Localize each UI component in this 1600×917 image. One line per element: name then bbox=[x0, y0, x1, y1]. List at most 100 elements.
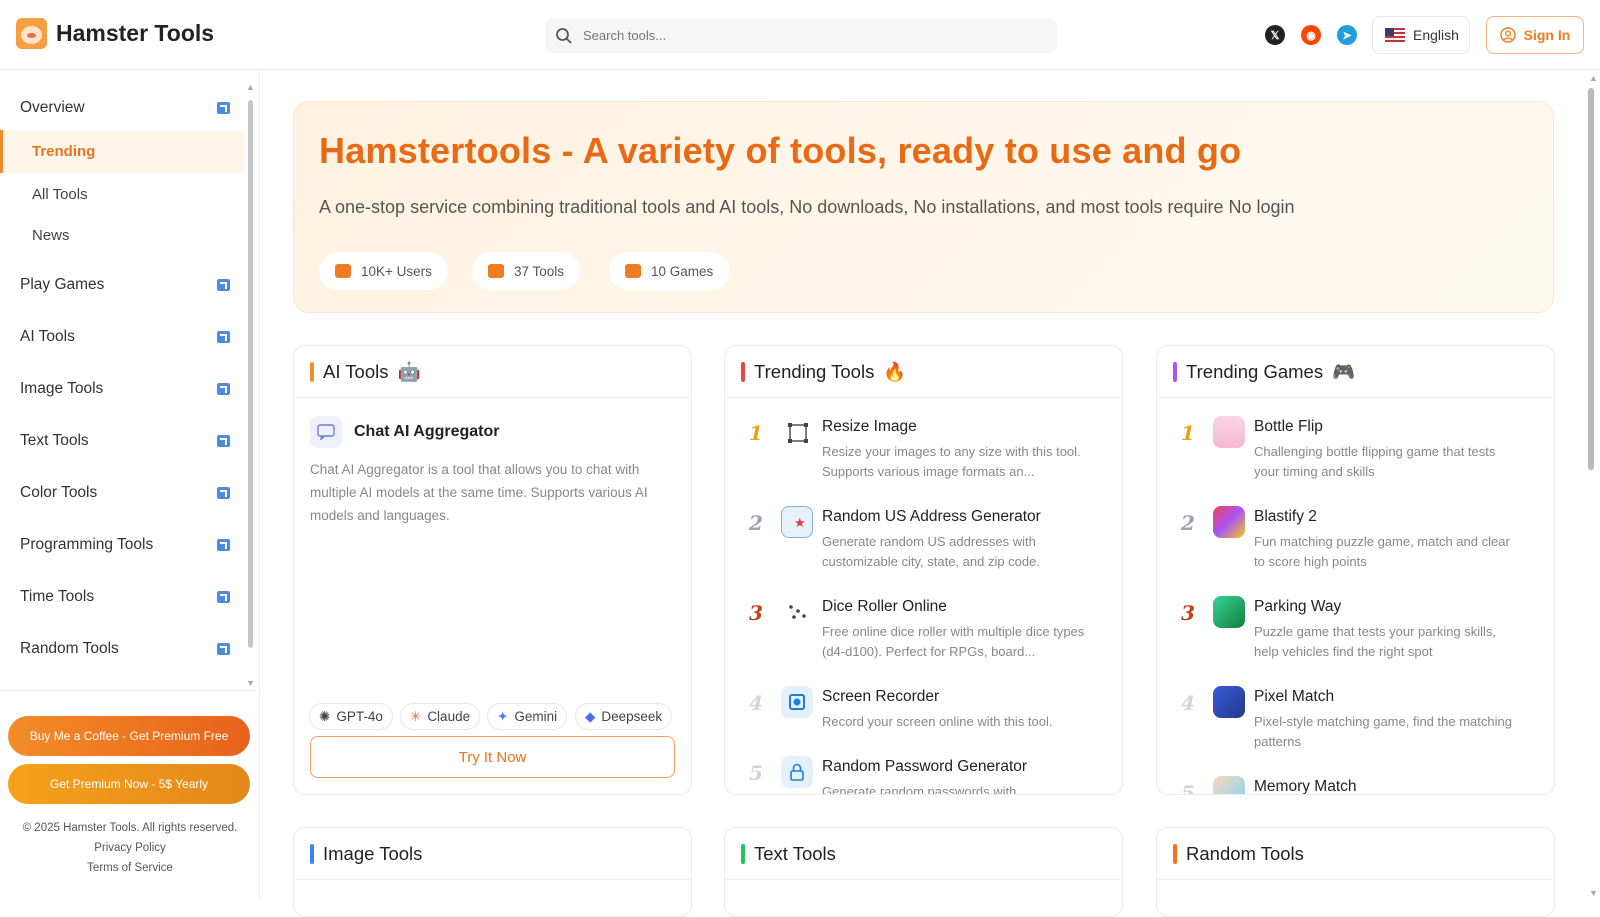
sidebar-item-play-games[interactable]: Play Games bbox=[20, 276, 230, 294]
sidebar-item-overview[interactable]: Overview bbox=[20, 99, 230, 117]
item-title: Parking Way bbox=[1254, 598, 1342, 615]
search-bar[interactable] bbox=[545, 18, 1057, 53]
item-title: Resize Image bbox=[822, 418, 917, 435]
us-flag-icon bbox=[1385, 28, 1405, 42]
item-description: Generate random passwords with bbox=[822, 784, 1017, 795]
sidebar-scrollbar[interactable] bbox=[247, 90, 253, 648]
search-icon bbox=[556, 27, 572, 44]
image-tools-card: Image Tools bbox=[293, 827, 692, 917]
tool-title[interactable]: Chat AI Aggregator bbox=[354, 423, 499, 441]
x-glyph: 𝕏 bbox=[1270, 29, 1280, 42]
accent-bar bbox=[310, 361, 314, 382]
item-title: Random US Address Generator bbox=[822, 508, 1041, 525]
dice-icon bbox=[781, 596, 813, 628]
sidebar-item-programming-tools[interactable]: Programming Tools bbox=[20, 536, 230, 554]
card-title: AI Tools bbox=[323, 360, 389, 382]
random-tools-card: Random Tools bbox=[1156, 827, 1555, 917]
scroll-up-arrow-icon[interactable]: ▲ bbox=[246, 82, 255, 92]
external-link-icon bbox=[217, 643, 230, 655]
scroll-down-arrow-icon[interactable]: ▼ bbox=[246, 678, 255, 688]
main-scrollbar[interactable] bbox=[1586, 76, 1596, 896]
claude-icon: ✳ bbox=[410, 708, 422, 724]
item-title: Blastify 2 bbox=[1254, 508, 1317, 525]
external-link-icon bbox=[217, 435, 230, 447]
card-title: Text Tools bbox=[754, 842, 836, 864]
external-link-icon bbox=[217, 279, 230, 291]
sidebar-divider bbox=[0, 690, 260, 691]
external-link-icon bbox=[217, 331, 230, 343]
rank-number: 1 bbox=[749, 421, 763, 445]
users-icon bbox=[335, 264, 351, 278]
memory-match-thumbnail bbox=[1213, 776, 1245, 794]
logo[interactable]: Hamster Tools bbox=[16, 18, 214, 49]
reddit-glyph: ◉ bbox=[1306, 29, 1316, 42]
tag-label: Deepseek bbox=[601, 709, 663, 724]
pixel-match-thumbnail bbox=[1213, 686, 1245, 718]
buy-coffee-button[interactable]: Buy Me a Coffee - Get Premium Free bbox=[8, 716, 250, 756]
tag-gpt-4o: ✺ GPT-4o bbox=[309, 703, 393, 730]
item-description: Challenging bottle flipping game that te… bbox=[1254, 444, 1496, 479]
sidebar-scroll-thumb[interactable] bbox=[248, 100, 253, 648]
logo-text: Hamster Tools bbox=[56, 20, 215, 46]
accent-bar bbox=[310, 843, 314, 864]
sidebar-item-ai-tools[interactable]: AI Tools bbox=[20, 328, 230, 346]
item-title: Dice Roller Online bbox=[822, 598, 947, 615]
stat-users: 10K+ Users bbox=[319, 252, 448, 290]
get-premium-button[interactable]: Get Premium Now - 5$ Yearly bbox=[8, 764, 250, 804]
tag-label: GPT-4o bbox=[336, 709, 383, 724]
sidebar-item-news[interactable]: News bbox=[32, 227, 70, 244]
sidebar-item-label: Programming Tools bbox=[20, 536, 154, 553]
rank-number: 1 bbox=[1181, 421, 1195, 445]
sidebar-item-random-tools[interactable]: Random Tools bbox=[20, 640, 230, 658]
tag-gemini: ✦ Gemini bbox=[487, 703, 568, 730]
sidebar-item-all-tools[interactable]: All Tools bbox=[32, 186, 88, 203]
card-title: Trending Tools bbox=[754, 360, 875, 382]
sidebar-item-image-tools[interactable]: Image Tools bbox=[20, 380, 230, 398]
privacy-policy-link[interactable]: Privacy Policy bbox=[0, 842, 260, 854]
item-title: Screen Recorder bbox=[822, 688, 940, 705]
sidebar-item-label: Image Tools bbox=[20, 380, 104, 397]
try-it-now-button[interactable]: Try It Now bbox=[310, 736, 675, 778]
terms-of-service-link[interactable]: Terms of Service bbox=[0, 862, 260, 874]
external-link-icon bbox=[217, 487, 230, 499]
rank-number: 5 bbox=[1181, 781, 1195, 795]
sidebar-item-label: Color Tools bbox=[20, 484, 98, 501]
sidebar-item-color-tools[interactable]: Color Tools bbox=[20, 484, 230, 502]
sidebar-item-label: Time Tools bbox=[20, 588, 95, 605]
card-title: Random Tools bbox=[1186, 842, 1304, 864]
blastify-thumbnail bbox=[1213, 506, 1245, 538]
main-scroll-thumb[interactable] bbox=[1588, 88, 1594, 470]
telegram-icon[interactable]: ➤ bbox=[1337, 25, 1357, 45]
tag-deepseek: ◆ Deepseek bbox=[575, 703, 673, 730]
resize-icon bbox=[781, 416, 813, 448]
external-link-icon bbox=[217, 383, 230, 395]
tag-label: Claude bbox=[427, 709, 471, 724]
reddit-icon[interactable]: ◉ bbox=[1301, 25, 1321, 45]
card-title: Trending Games bbox=[1186, 360, 1324, 382]
card-title: Image Tools bbox=[323, 842, 423, 864]
sidebar-item-time-tools[interactable]: Time Tools bbox=[20, 588, 230, 606]
accent-bar bbox=[1173, 843, 1177, 864]
search-input[interactable] bbox=[583, 28, 1023, 43]
card-header: Trending Tools 🔥 bbox=[725, 346, 1122, 398]
x-twitter-icon[interactable]: 𝕏 bbox=[1265, 25, 1285, 45]
calendar-icon bbox=[488, 264, 504, 278]
rank-number: 4 bbox=[749, 691, 763, 715]
trending-games-card: Trending Games 🎮 1 Bottle Flip Challengi… bbox=[1156, 345, 1555, 795]
gamepad-icon bbox=[625, 264, 641, 278]
rank-number: 5 bbox=[749, 761, 763, 785]
stat-games: 10 Games bbox=[609, 252, 730, 290]
rank-number: 4 bbox=[1181, 691, 1195, 715]
rank-number: 3 bbox=[1181, 601, 1195, 625]
sign-in-label: Sign In bbox=[1523, 27, 1571, 43]
sign-in-button[interactable]: Sign In bbox=[1486, 16, 1584, 54]
stat-tools: 37 Tools bbox=[472, 252, 581, 290]
language-selector[interactable]: English bbox=[1372, 16, 1470, 54]
sidebar-item-text-tools[interactable]: Text Tools bbox=[20, 432, 230, 450]
scroll-down-arrow-icon[interactable]: ▼ bbox=[1589, 888, 1598, 898]
lock-icon bbox=[781, 756, 813, 788]
scroll-up-arrow-icon[interactable]: ▲ bbox=[1589, 73, 1598, 83]
fire-icon: 🔥 bbox=[883, 360, 907, 382]
card-header: AI Tools 🤖 bbox=[294, 346, 691, 398]
item-title: Bottle Flip bbox=[1254, 418, 1323, 435]
